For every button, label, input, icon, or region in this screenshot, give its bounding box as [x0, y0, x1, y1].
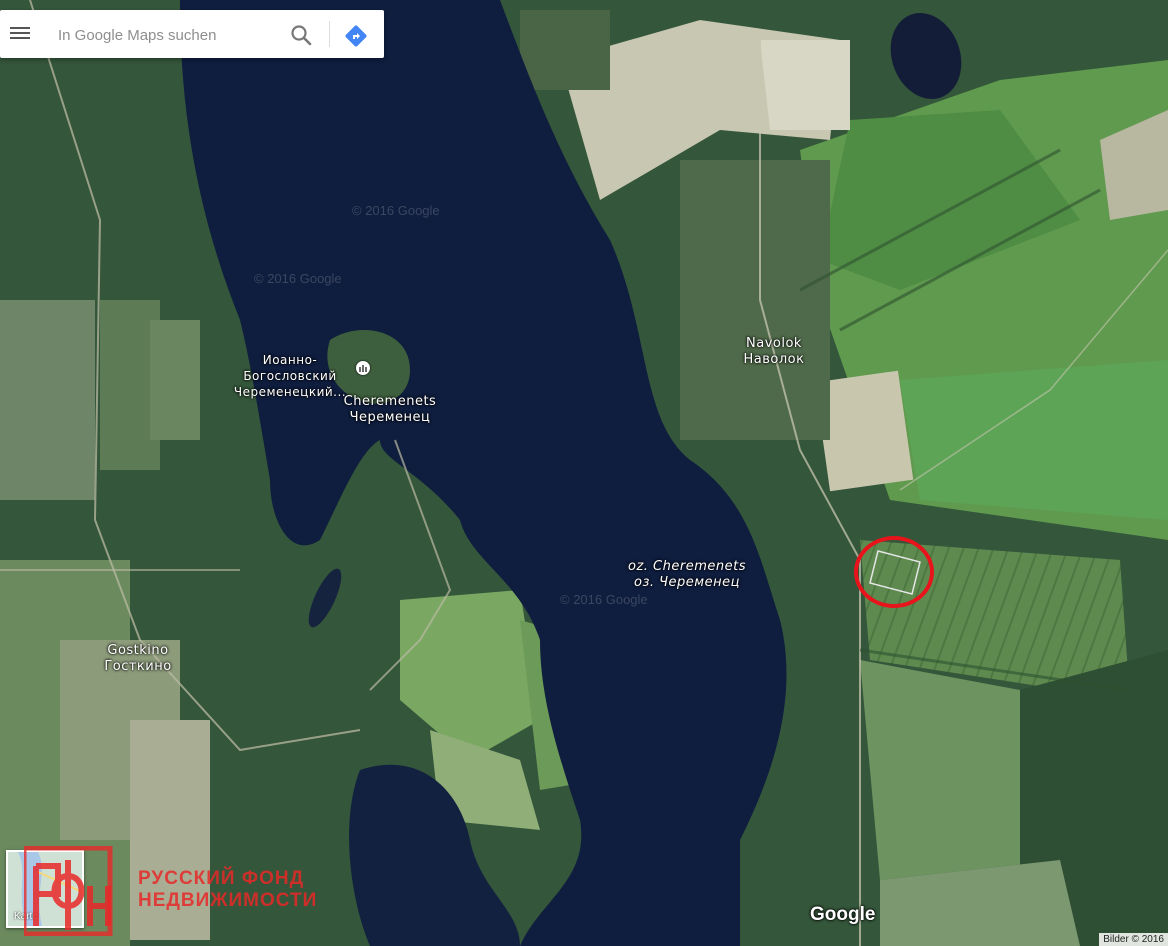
navolok-label-en: Navolok: [746, 336, 802, 351]
gostkino-label[interactable]: Gostkino Госткино: [92, 643, 184, 675]
watermark-line1: РУССКИЙ ФОНД: [138, 868, 305, 889]
gostkino-label-ru: Госткино: [104, 659, 172, 674]
rfn-logo-icon: [21, 845, 113, 937]
monastery-label[interactable]: Иоанно-Богословский Череменецкий...: [220, 352, 360, 400]
highlight-circle-marker: [854, 536, 934, 608]
directions-icon[interactable]: [342, 22, 370, 50]
navolok-label-ru: Наволок: [743, 352, 805, 367]
search-divider: [329, 21, 330, 47]
monastery-poi-icon[interactable]: [356, 361, 370, 375]
watermark-line2: НЕДВИЖИМОСТИ: [138, 890, 318, 911]
lake-label-ru: оз. Череменец: [634, 575, 740, 590]
gostkino-label-en: Gostkino: [107, 643, 169, 658]
search-icon[interactable]: [288, 22, 314, 48]
satellite-map[interactable]: [0, 0, 1168, 946]
menu-icon[interactable]: [10, 24, 30, 44]
search-input[interactable]: [56, 20, 280, 50]
lake-label-en: oz. Cheremenets: [628, 559, 746, 574]
real-estate-watermark: РУССКИЙ ФОНД НЕДВИЖИМОСТИ: [21, 845, 318, 937]
cheremenets-label-ru: Череменец: [349, 410, 431, 425]
monastery-label-line1: Иоанно-Богословский: [243, 353, 337, 383]
cheremenets-label[interactable]: Cheremenets Череменец: [330, 394, 450, 426]
map-copyright-watermark: © 2016 Google: [254, 271, 342, 286]
search-box: [0, 10, 384, 58]
google-logo: Google: [810, 904, 876, 925]
navolok-label[interactable]: Navolok Наволок: [724, 336, 824, 368]
lake-label[interactable]: oz. Cheremenets оз. Череменец: [622, 559, 752, 591]
cheremenets-label-en: Cheremenets: [343, 394, 437, 409]
map-copyright-watermark: © 2016 Google: [560, 592, 648, 607]
map-copyright-watermark: © 2016 Google: [352, 203, 440, 218]
imagery-copyright[interactable]: Bilder © 2016: [1099, 933, 1168, 946]
